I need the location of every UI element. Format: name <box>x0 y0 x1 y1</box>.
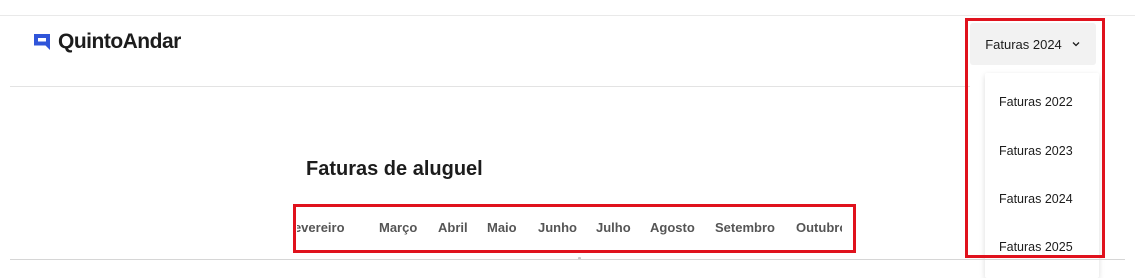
header-divider <box>10 86 970 87</box>
quintoandar-logo[interactable]: QuintoAndar <box>31 30 181 54</box>
tab-julho[interactable]: Julho <box>596 220 631 235</box>
tab-fevereiro[interactable]: Fevereiro <box>297 220 345 235</box>
dropdown-option-2024[interactable]: Faturas 2024 <box>999 192 1073 206</box>
brand-name: QuintoAndar <box>58 30 181 53</box>
year-select-label: Faturas 2024 <box>985 36 1062 52</box>
month-tabs: Fevereiro Março Abril Maio Junho Julho A… <box>297 208 842 250</box>
tab-maio[interactable]: Maio <box>487 220 517 235</box>
tab-agosto[interactable]: Agosto <box>650 220 695 235</box>
tab-abril[interactable]: Abril <box>438 220 468 235</box>
year-select[interactable]: Faturas 2024 <box>970 23 1096 65</box>
tabs-divider <box>10 259 1125 260</box>
dropdown-option-2025[interactable]: Faturas 2025 <box>999 240 1073 254</box>
page-title: Faturas de aluguel <box>306 158 483 180</box>
tab-setembro[interactable]: Setembro <box>715 220 775 235</box>
chevron-down-icon <box>1072 42 1080 47</box>
tab-outubro[interactable]: Outubro <box>796 220 842 235</box>
quintoandar-logo-icon <box>34 34 50 50</box>
top-divider <box>0 15 1135 16</box>
year-dropdown-menu: Faturas 2022 Faturas 2023 Faturas 2024 F… <box>985 73 1099 278</box>
tab-junho[interactable]: Junho <box>538 220 577 235</box>
dropdown-option-2022[interactable]: Faturas 2022 <box>999 95 1073 109</box>
tab-marco[interactable]: Março <box>379 220 417 235</box>
dropdown-option-2023[interactable]: Faturas 2023 <box>999 144 1073 158</box>
